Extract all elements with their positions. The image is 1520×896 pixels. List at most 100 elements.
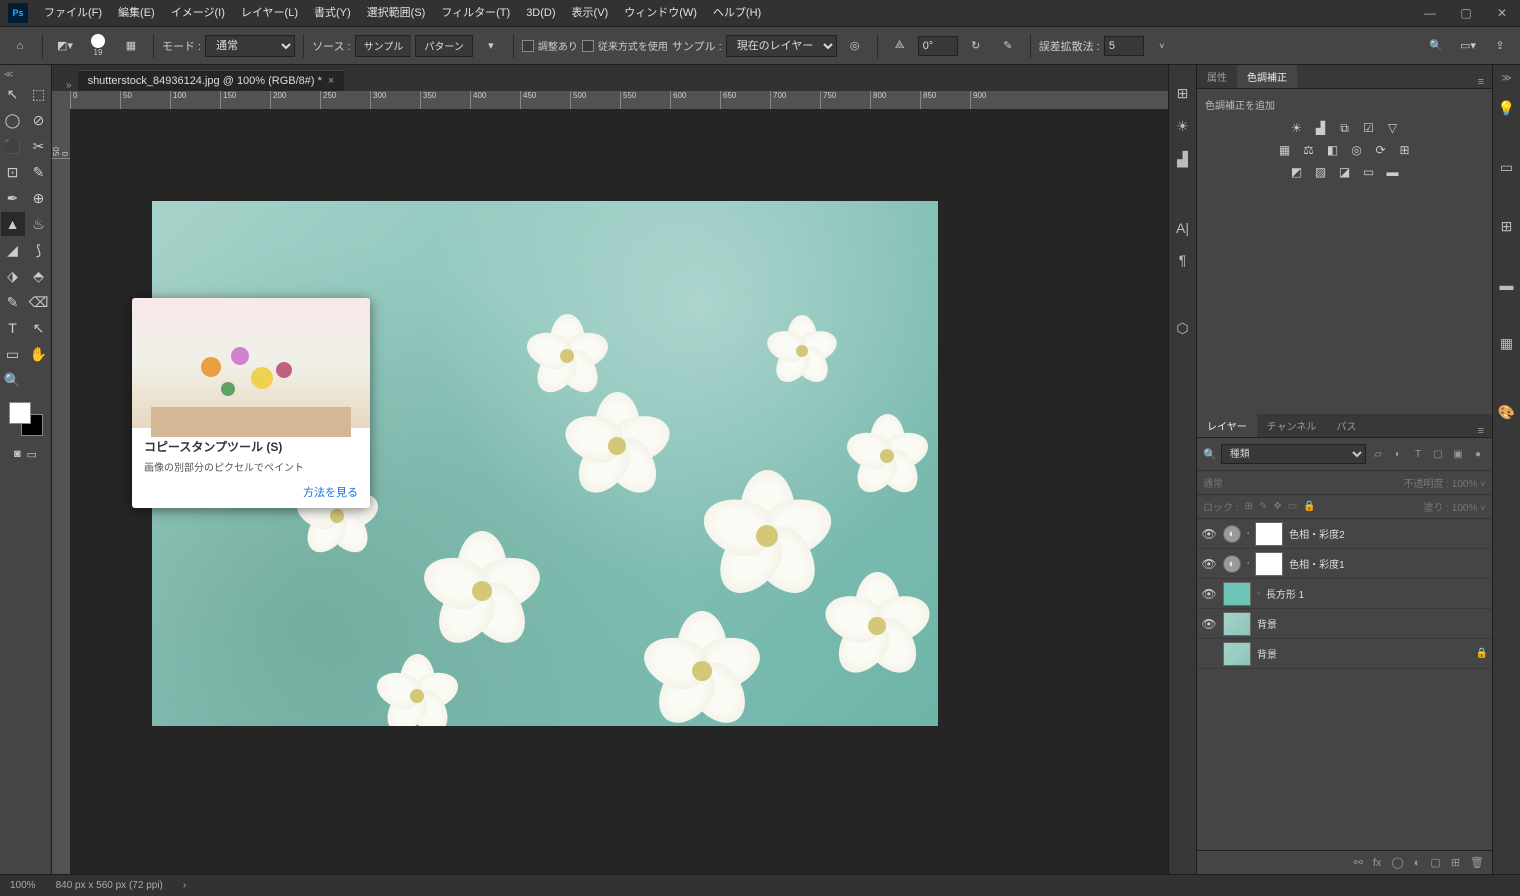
toolbox-collapse-icon[interactable]: ≪ [0,67,17,82]
dock-gradients-icon[interactable]: ▬ [1500,277,1514,293]
layer-mask-thumb[interactable] [1255,552,1283,576]
tool-10[interactable]: ▲ [1,212,25,236]
tool-23[interactable] [27,368,51,392]
new-layer-icon[interactable]: ⊞ [1451,856,1460,869]
maximize-button[interactable]: ▢ [1448,0,1484,27]
dock-brightness-icon[interactable]: ☀ [1176,118,1189,135]
zoom-level[interactable]: 100% [10,880,36,891]
ruler-vertical[interactable]: 0501001502002503003504004505005506006507… [52,109,70,874]
angle-input[interactable] [918,36,958,56]
status-arrow-icon[interactable]: › [183,880,186,891]
tool-preset-button[interactable]: ◩▾ [51,32,79,60]
adj-bw-icon[interactable]: ◧ [1325,142,1341,158]
blend-mode-select[interactable]: 通常 [1203,475,1223,490]
tool-19[interactable]: ↖ [27,316,51,340]
tool-13[interactable]: ⟆ [27,238,51,262]
lock-artboard-icon[interactable]: ▭ [1288,501,1297,512]
home-button[interactable]: ⌂ [6,32,34,60]
source-sample-toggle[interactable]: サンプル [355,35,412,57]
share-icon[interactable]: ⇪ [1486,32,1514,60]
adj-lookup-icon[interactable]: ⊞ [1397,142,1413,158]
panel-menu-icon[interactable]: ≡ [1470,76,1492,88]
layer-row[interactable]: 背景🔒 [1197,639,1492,669]
adj-mixer-icon[interactable]: ⟳ [1373,142,1389,158]
tabbar-chevron-icon[interactable]: » [60,80,78,91]
adj-hue-icon[interactable]: ▦ [1277,142,1293,158]
dock-histogram2-icon[interactable]: ▟ [1177,151,1188,168]
layer-visibility-icon[interactable]: 👁 [1201,527,1217,541]
dock-color-icon[interactable]: 🎨 [1498,404,1515,421]
tool-21[interactable]: ✋ [27,342,51,366]
delete-layer-icon[interactable]: 🗑 [1470,856,1484,869]
lock-pixels-icon[interactable]: ✎ [1259,501,1267,512]
screenmode-icon[interactable]: ▭ [27,448,37,461]
layer-row[interactable]: 👁▫長方形 1 [1197,579,1492,609]
tab-adjustments[interactable]: 色調補正 [1237,65,1297,88]
menu-item[interactable]: ウィンドウ(W) [616,0,705,27]
tool-15[interactable]: ⬘ [27,264,51,288]
tool-20[interactable]: ▭ [1,342,25,366]
menu-item[interactable]: 書式(Y) [306,0,359,27]
menu-item[interactable]: ヘルプ(H) [705,0,769,27]
tool-5[interactable]: ✂ [27,134,51,158]
filter-text-icon[interactable]: T [1410,446,1426,462]
layer-visibility-icon[interactable]: 👁 [1201,587,1217,601]
menu-item[interactable]: 3D(D) [518,0,563,27]
filter-toggle-icon[interactable]: ● [1470,446,1486,462]
mode-select[interactable]: 通常 [205,35,295,57]
foreground-color[interactable] [9,402,31,424]
brush-panel-icon[interactable]: ▦ [117,32,145,60]
fill-value[interactable]: 100% [1452,503,1478,514]
menu-item[interactable]: 選択範囲(S) [359,0,434,27]
aligned-checkbox[interactable]: 調整あり [522,38,578,53]
dock-histogram-icon[interactable]: ⊞ [1177,85,1189,102]
adj-photo-icon[interactable]: ◎ [1349,142,1365,158]
menu-item[interactable]: イメージ(I) [163,0,233,27]
adj-exposure-icon[interactable]: ☑ [1361,120,1377,136]
menu-item[interactable]: 表示(V) [564,0,617,27]
adj-levels-icon[interactable]: ▟ [1313,120,1329,136]
layer-visibility-icon[interactable]: 👁 [1201,557,1217,571]
close-button[interactable]: ✕ [1484,0,1520,27]
tool-3[interactable]: ⊘ [27,108,51,132]
new-group-icon[interactable]: ▢ [1430,856,1440,869]
adj-posterize-icon[interactable]: ▨ [1313,164,1329,180]
menu-item[interactable]: フィルター(T) [433,0,518,27]
layer-mask-thumb[interactable] [1255,522,1283,546]
document-tab[interactable]: shutterstock_84936124.jpg @ 100% (RGB/8#… [78,70,345,91]
tolerance-dropdown[interactable]: ˅ [1148,32,1176,60]
filter-adj-icon[interactable]: ◐ [1390,446,1406,462]
menu-item[interactable]: 編集(E) [110,0,163,27]
legacy-checkbox[interactable]: 従来方式を使用 [582,38,668,53]
tool-1[interactable]: ⬚ [27,82,51,106]
adj-vibrance-icon[interactable]: ▽ [1385,120,1401,136]
tool-16[interactable]: ✎ [1,290,25,314]
sample-select[interactable]: 現在のレイヤー [726,35,837,57]
tolerance-input[interactable] [1104,36,1144,56]
menu-item[interactable]: レイヤー(L) [233,0,306,27]
layer-row[interactable]: 👁背景 [1197,609,1492,639]
link-layers-icon[interactable]: ⚯ [1354,856,1363,869]
adj-gradient-icon[interactable]: ▭ [1361,164,1377,180]
tool-14[interactable]: ⬗ [1,264,25,288]
layer-fx-icon[interactable]: fx [1373,857,1382,869]
tool-4[interactable]: ⬛ [1,134,25,158]
tool-22[interactable]: 🔍 [1,368,25,392]
lock-position-icon[interactable]: ✥ [1273,501,1281,512]
tool-17[interactable]: ⌫ [27,290,51,314]
dock-3d-icon[interactable]: ⬡ [1176,320,1188,337]
layer-row[interactable]: 👁◐▪色相・彩度2 [1197,519,1492,549]
search-icon[interactable]: 🔍 [1422,32,1450,60]
tool-18[interactable]: T [1,316,25,340]
dock-learn-icon[interactable]: 💡 [1498,100,1515,117]
layer-filter-select[interactable]: 種類 [1221,444,1366,464]
lock-all-icon[interactable]: ⊞ [1245,501,1253,512]
filter-shape-icon[interactable]: ▢ [1430,446,1446,462]
adj-brightness-icon[interactable]: ☀ [1289,120,1305,136]
layer-visibility-icon[interactable]: 👁 [1201,617,1217,631]
tool-2[interactable]: ◯ [1,108,25,132]
dock-character-icon[interactable]: A| [1176,220,1189,236]
tab-channels[interactable]: チャンネル [1257,414,1327,437]
opacity-value[interactable]: 100% [1452,479,1478,490]
adj-invert-icon[interactable]: ◩ [1289,164,1305,180]
